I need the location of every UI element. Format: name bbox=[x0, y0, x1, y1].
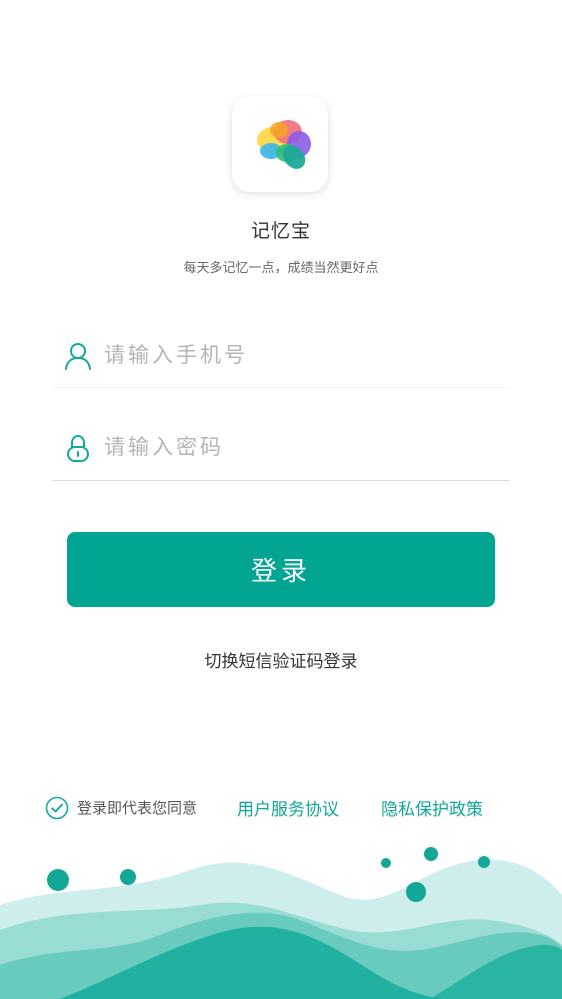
wave-dot bbox=[120, 869, 136, 885]
wave-dot bbox=[424, 847, 438, 861]
brain-icon bbox=[257, 120, 311, 169]
password-input[interactable] bbox=[104, 428, 504, 466]
privacy-policy-link[interactable]: 隐私保护政策 bbox=[381, 795, 483, 820]
agreement-row: 登录即代表您同意 用户服务协议 隐私保护政策 bbox=[45, 795, 515, 821]
app-slogan: 每天多记忆一点，成绩当然更好点 bbox=[183, 261, 379, 276]
check-circle-icon[interactable] bbox=[45, 796, 69, 820]
wave-dot bbox=[406, 882, 426, 902]
app-name: 记忆宝 bbox=[250, 220, 311, 242]
switch-sms-login-link[interactable]: 切换短信验证码登录 bbox=[0, 647, 562, 672]
phone-field bbox=[52, 330, 510, 388]
wave-dot bbox=[381, 858, 391, 868]
agreement-prefix: 登录即代表您同意 bbox=[77, 799, 198, 817]
password-field bbox=[52, 422, 510, 481]
wave-dot bbox=[478, 856, 490, 868]
lock-icon bbox=[67, 434, 89, 462]
phone-input[interactable] bbox=[104, 336, 504, 374]
wave-dot bbox=[47, 869, 69, 891]
decorative-waves bbox=[0, 847, 562, 999]
user-agreement-link[interactable]: 用户服务协议 bbox=[237, 795, 339, 820]
user-icon bbox=[65, 343, 91, 370]
app-logo bbox=[232, 96, 328, 192]
login-button[interactable]: 登录 bbox=[67, 532, 495, 607]
